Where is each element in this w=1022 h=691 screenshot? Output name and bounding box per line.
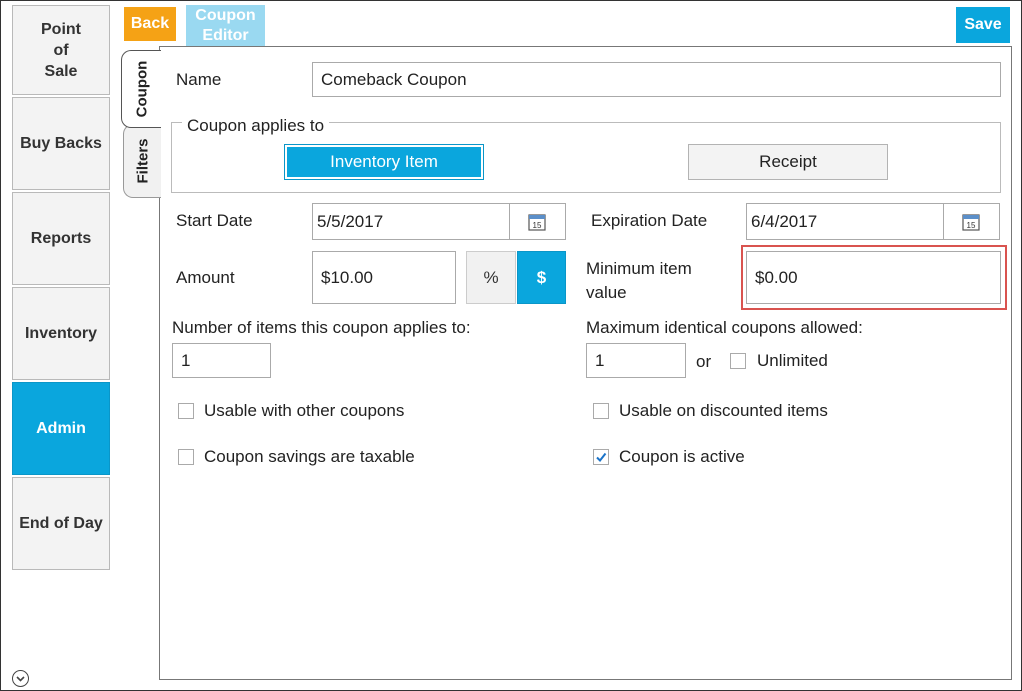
- amount-input[interactable]: $10.00: [312, 251, 456, 304]
- svg-text:15: 15: [967, 221, 976, 230]
- usable-with-other-label: Usable with other coupons: [204, 401, 405, 420]
- sidebar-item-buy-backs[interactable]: Buy Backs: [12, 97, 110, 190]
- sidebar-item-reports[interactable]: Reports: [12, 192, 110, 285]
- unlimited-checkbox[interactable]: [730, 353, 746, 369]
- inventory-item-button[interactable]: Inventory Item: [284, 144, 484, 180]
- max-identical-input[interactable]: 1: [586, 343, 686, 378]
- min-item-value-label: Minimum item value: [586, 259, 692, 302]
- calendar-icon: 15: [962, 213, 980, 231]
- chevron-down-icon[interactable]: [12, 670, 29, 687]
- tab-coupon-label: Coupon: [133, 60, 150, 118]
- sidebar-item-end-of-day[interactable]: End of Day: [12, 477, 110, 570]
- dollar-toggle[interactable]: $: [517, 251, 566, 304]
- taxable-checkbox[interactable]: [178, 449, 194, 465]
- applies-to-legend: Coupon applies to: [182, 116, 330, 136]
- min-item-value-input[interactable]: $0.00: [746, 251, 1001, 304]
- start-date-label: Start Date: [176, 211, 253, 230]
- start-date-calendar-button[interactable]: 15: [509, 203, 566, 240]
- expiration-date-value: 6/4/2017: [751, 211, 818, 231]
- back-button[interactable]: Back: [124, 7, 176, 41]
- coupon-active-checkbox[interactable]: [593, 449, 609, 465]
- tab-coupon[interactable]: Coupon: [121, 50, 161, 128]
- save-button[interactable]: Save: [956, 7, 1010, 43]
- start-date-value: 5/5/2017: [317, 211, 384, 231]
- sidebar-item-admin[interactable]: Admin: [12, 382, 110, 475]
- coupon-active-label: Coupon is active: [619, 447, 745, 466]
- unlimited-label: Unlimited: [757, 351, 828, 370]
- max-identical-label: Maximum identical coupons allowed:: [586, 318, 863, 337]
- usable-with-other-checkbox[interactable]: [178, 403, 194, 419]
- receipt-button[interactable]: Receipt: [688, 144, 888, 180]
- num-items-label: Number of items this coupon applies to:: [172, 318, 471, 337]
- sidebar-item-point-of-sale[interactable]: Point of Sale: [12, 5, 110, 95]
- num-items-input[interactable]: 1: [172, 343, 271, 378]
- taxable-label: Coupon savings are taxable: [204, 447, 415, 466]
- amount-label: Amount: [176, 268, 235, 287]
- sidebar-item-inventory[interactable]: Inventory: [12, 287, 110, 380]
- usable-on-discounted-checkbox[interactable]: [593, 403, 609, 419]
- expiration-date-label: Expiration Date: [591, 211, 708, 230]
- name-label: Name: [176, 70, 222, 89]
- checkmark-icon: [596, 452, 607, 463]
- or-label: or: [696, 352, 712, 371]
- svg-text:15: 15: [533, 221, 542, 230]
- expiration-date-calendar-button[interactable]: 15: [943, 203, 1000, 240]
- percent-toggle[interactable]: %: [466, 251, 516, 304]
- tab-filters-label: Filters: [134, 138, 151, 184]
- usable-on-discounted-label: Usable on discounted items: [619, 401, 828, 420]
- name-input[interactable]: Comeback Coupon: [312, 62, 1001, 97]
- coupon-editor-title: Coupon Editor: [186, 5, 265, 47]
- calendar-icon: 15: [528, 213, 546, 231]
- tab-filters[interactable]: Filters: [123, 124, 161, 198]
